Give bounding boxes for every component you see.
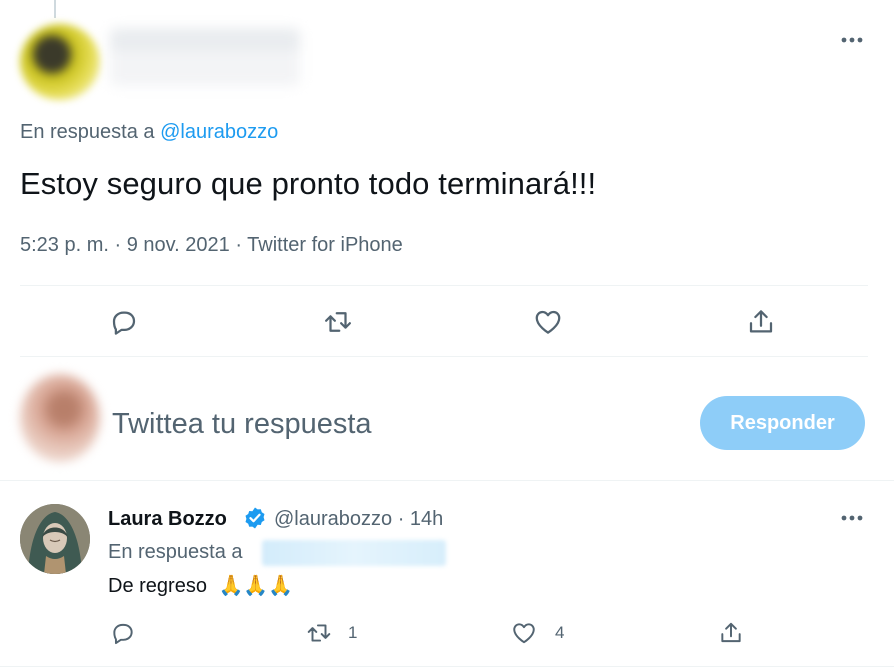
thread-line xyxy=(54,0,56,18)
like-count: 4 xyxy=(555,623,565,642)
retweet-icon xyxy=(325,312,351,332)
reply-author-handle-time[interactable]: @laurabozzo · 14h xyxy=(274,508,443,531)
retweet-button[interactable] xyxy=(318,302,358,342)
reply-input[interactable] xyxy=(112,404,672,444)
reply-to-handle-link[interactable]: @laurabozzo xyxy=(160,121,278,143)
tweet-text: Estoy seguro que pronto todo terminará!!… xyxy=(20,166,597,201)
reply-tweet-reply-button[interactable] xyxy=(108,618,138,648)
reply-submit-button[interactable]: Responder xyxy=(700,396,865,450)
more-icon xyxy=(841,515,863,521)
heart-icon xyxy=(513,623,535,644)
reply-author-avatar[interactable] xyxy=(20,504,90,574)
tweet-timestamp[interactable]: 5:23 p. m. · 9 nov. 2021 · Twitter for i… xyxy=(20,234,403,257)
share-icon xyxy=(721,622,741,643)
praying-hands-emoji: 🙏🙏🙏 xyxy=(218,575,294,597)
retweet-icon xyxy=(307,624,331,642)
reply-icon xyxy=(113,623,133,645)
avatar-portrait-icon xyxy=(20,504,90,574)
reply-context-prefix: En respuesta a xyxy=(108,541,243,563)
reply-to-prefix: En respuesta a xyxy=(20,121,155,143)
share-icon xyxy=(749,310,773,333)
like-button[interactable] xyxy=(528,302,568,342)
author-name-redacted xyxy=(110,28,300,86)
verified-badge-icon xyxy=(243,506,267,530)
divider xyxy=(20,285,868,286)
divider xyxy=(0,666,894,667)
user-avatar[interactable] xyxy=(20,374,100,462)
reply-tweet-share-button[interactable] xyxy=(716,618,746,648)
more-icon xyxy=(841,37,863,43)
divider xyxy=(20,356,868,357)
reply-context: En respuesta a @laurabozzo xyxy=(20,121,278,144)
reply-tweet-like-button[interactable] xyxy=(508,618,540,648)
reply-icon xyxy=(112,311,136,335)
retweet-count: 1 xyxy=(348,623,358,642)
divider xyxy=(0,480,894,481)
reply-more-options-button[interactable] xyxy=(834,508,870,528)
more-options-button[interactable] xyxy=(834,30,870,50)
heart-icon xyxy=(535,310,561,334)
reply-tweet-retweet-button[interactable] xyxy=(302,618,336,648)
reply-author-name[interactable]: Laura Bozzo xyxy=(108,508,227,531)
reply-tweet-text: De regreso 🙏🙏🙏 xyxy=(108,573,293,598)
author-avatar[interactable] xyxy=(20,24,100,100)
reply-button[interactable] xyxy=(104,302,144,342)
share-button[interactable] xyxy=(741,302,781,342)
reply-to-handle-redacted xyxy=(262,540,446,566)
reply-text: De regreso xyxy=(108,575,207,597)
